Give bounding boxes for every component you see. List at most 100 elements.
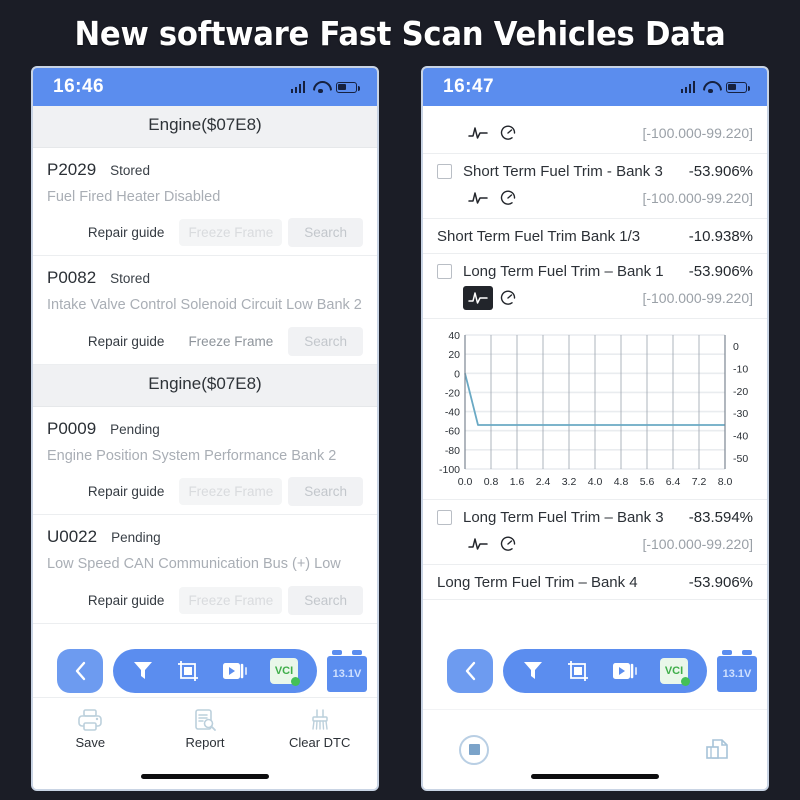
phone-pair: 16:46 Engine($07E8) P2029 Stored Fuel Fired… — [0, 66, 800, 791]
waveform-icon[interactable] — [463, 121, 493, 145]
vci-label: VCI — [274, 665, 294, 677]
row-icons: [-100.000-99.220] — [437, 286, 753, 310]
left-floating-toolbar[interactable]: VCI 13.1V — [57, 649, 367, 693]
svg-text:-50: -50 — [733, 453, 748, 465]
vehicle-battery-indicator[interactable]: 13.1V — [717, 650, 757, 692]
video-record-icon[interactable] — [222, 661, 248, 681]
tool-group[interactable]: VCI — [503, 649, 707, 693]
svg-text:-100: -100 — [439, 464, 460, 476]
gauge-icon[interactable] — [493, 286, 523, 310]
svg-text:0: 0 — [733, 341, 739, 353]
repair-guide-button[interactable]: Repair guide — [79, 478, 174, 505]
dtc-item[interactable]: U0022 Pending Low Speed CAN Communication … — [33, 515, 377, 624]
dtc-actions: Repair guide Freeze Frame Search — [47, 326, 363, 356]
filter-icon[interactable] — [522, 659, 544, 683]
vehicle-battery-indicator[interactable]: 13.1V — [327, 650, 367, 692]
right-status-icons — [680, 81, 750, 93]
svg-text:4.0: 4.0 — [588, 476, 603, 488]
parameter-name: Short Term Fuel Trim - Bank 3 — [463, 163, 663, 180]
dtc-item[interactable]: P2029 Stored Fuel Fired Heater Disabled Rep… — [33, 148, 377, 257]
filter-icon[interactable] — [132, 659, 154, 683]
search-button[interactable]: Search — [288, 477, 363, 507]
live-data-row[interactable]: Long Term Fuel Trim – Bank 3 -83.594% [-10… — [423, 500, 767, 565]
right-floating-toolbar[interactable]: VCI 13.1V — [447, 649, 757, 693]
broom-icon — [311, 709, 328, 730]
live-data-row[interactable]: Short Term Fuel Trim - Bank 3 -53.906% [-1… — [423, 154, 767, 219]
search-button[interactable]: Search — [288, 218, 363, 248]
parameter-range: [-100.000-99.220] — [642, 536, 753, 552]
video-record-icon[interactable] — [612, 661, 638, 681]
freeze-frame-button[interactable]: Freeze Frame — [179, 219, 283, 247]
gauge-icon[interactable] — [493, 532, 523, 556]
clear-dtc-label: Clear DTC — [288, 735, 351, 750]
svg-text:-20: -20 — [445, 387, 460, 399]
dtc-header: P0082 Stored — [47, 268, 363, 288]
freeze-frame-button[interactable]: Freeze Frame — [179, 478, 283, 506]
freeze-frame-button[interactable]: Freeze Frame — [179, 328, 282, 355]
left-status-icons — [290, 81, 360, 93]
left-statusbar: 16:46 — [33, 68, 377, 106]
save-button[interactable]: Save — [33, 708, 148, 750]
repair-guide-button[interactable]: Repair guide — [79, 328, 174, 355]
dtc-status-badge: Pending — [110, 421, 160, 437]
live-data-list[interactable]: [-100.000-99.220] Short Term Fuel Trim -… — [423, 106, 767, 709]
gauge-icon[interactable] — [493, 121, 523, 145]
row-checkbox[interactable] — [437, 264, 452, 279]
vci-icon[interactable]: VCI — [270, 658, 300, 686]
back-button[interactable] — [57, 649, 103, 693]
waveform-icon[interactable] — [463, 532, 493, 556]
waveform-icon[interactable] — [463, 186, 493, 210]
row-main: Long Term Fuel Trim – Bank 4 -53.906% — [437, 574, 753, 591]
row-icons: [-100.000-99.220] — [437, 532, 753, 556]
section-header: Engine($07E8) — [33, 364, 377, 407]
row-checkbox[interactable] — [437, 164, 452, 179]
svg-text:-80: -80 — [445, 445, 460, 457]
left-clock: 16:46 — [53, 76, 105, 97]
dtc-description: Low Speed CAN Communication Bus (+) Low — [47, 556, 341, 573]
report-file-icon[interactable] — [703, 736, 731, 764]
live-data-row[interactable]: Short Term Fuel Trim Bank 1/3 -10.938% — [423, 219, 767, 254]
svg-text:0: 0 — [454, 368, 460, 380]
search-button[interactable]: Search — [288, 585, 363, 615]
svg-text:-40: -40 — [733, 431, 748, 443]
stop-record-icon[interactable] — [459, 734, 489, 765]
dtc-header: P0009 Pending — [47, 419, 363, 439]
repair-guide-button[interactable]: Repair guide — [79, 219, 174, 246]
battery-terminal-right — [742, 650, 752, 655]
right-clock: 16:47 — [443, 76, 495, 97]
tool-group[interactable]: VCI — [113, 649, 317, 693]
screenshot-crop-icon[interactable] — [176, 659, 200, 683]
dtc-actions: Repair guide Freeze Frame Search — [47, 585, 363, 615]
dtc-code: P2029 — [47, 160, 97, 179]
left-dtc-list[interactable]: Engine($07E8) P2029 Stored Fuel Fired Heate… — [33, 106, 377, 697]
dtc-actions: Repair guide Freeze Frame Search — [47, 477, 363, 507]
live-data-row[interactable]: Long Term Fuel Trim – Bank 4 -53.906% — [423, 565, 767, 600]
dtc-item[interactable]: P0009 Pending Engine Position System Perfo… — [33, 407, 377, 516]
dtc-code: P0082 — [47, 268, 97, 288]
dtc-header: U0022 Pending — [47, 527, 363, 547]
vci-icon[interactable]: VCI — [660, 658, 690, 686]
repair-guide-button[interactable]: Repair guide — [79, 587, 174, 614]
parameter-name: Short Term Fuel Trim Bank 1/3 — [437, 228, 641, 245]
freeze-frame-button[interactable]: Freeze Frame — [179, 586, 283, 614]
live-data-row[interactable]: Long Term Fuel Trim – Bank 1 -53.906% [-10… — [423, 254, 767, 319]
svg-text:5.6: 5.6 — [640, 476, 655, 488]
dtc-item[interactable]: P0082 Stored Intake Valve Control Solenoid… — [33, 256, 377, 365]
banner: New software Fast Scan Vehicles Data — [0, 0, 800, 66]
parameter-range: [-100.000-99.220] — [642, 190, 753, 206]
vci-status-dot — [681, 677, 690, 686]
row-checkbox[interactable] — [437, 510, 452, 525]
parameter-value: -53.906% — [688, 163, 753, 180]
list-item-partial[interactable]: [-100.000-99.220] — [423, 106, 767, 154]
clear-dtc-button[interactable]: Clear DTC — [262, 708, 377, 750]
live-data-chart[interactable]: 40 20 0 -20 -40 -60 -80 -100 0.0 0.8 1.6 2.4 3.2 4.0 4… — [423, 319, 767, 500]
gauge-icon[interactable] — [493, 186, 523, 210]
dtc-status-badge: Stored — [110, 163, 150, 178]
battery-icon — [336, 81, 360, 93]
screenshot-crop-icon[interactable] — [566, 659, 590, 683]
waveform-icon[interactable] — [463, 286, 493, 310]
signal-bars-icon — [680, 81, 695, 93]
report-button[interactable]: Report — [148, 708, 263, 750]
back-button[interactable] — [447, 649, 493, 693]
search-button[interactable]: Search — [288, 326, 363, 356]
